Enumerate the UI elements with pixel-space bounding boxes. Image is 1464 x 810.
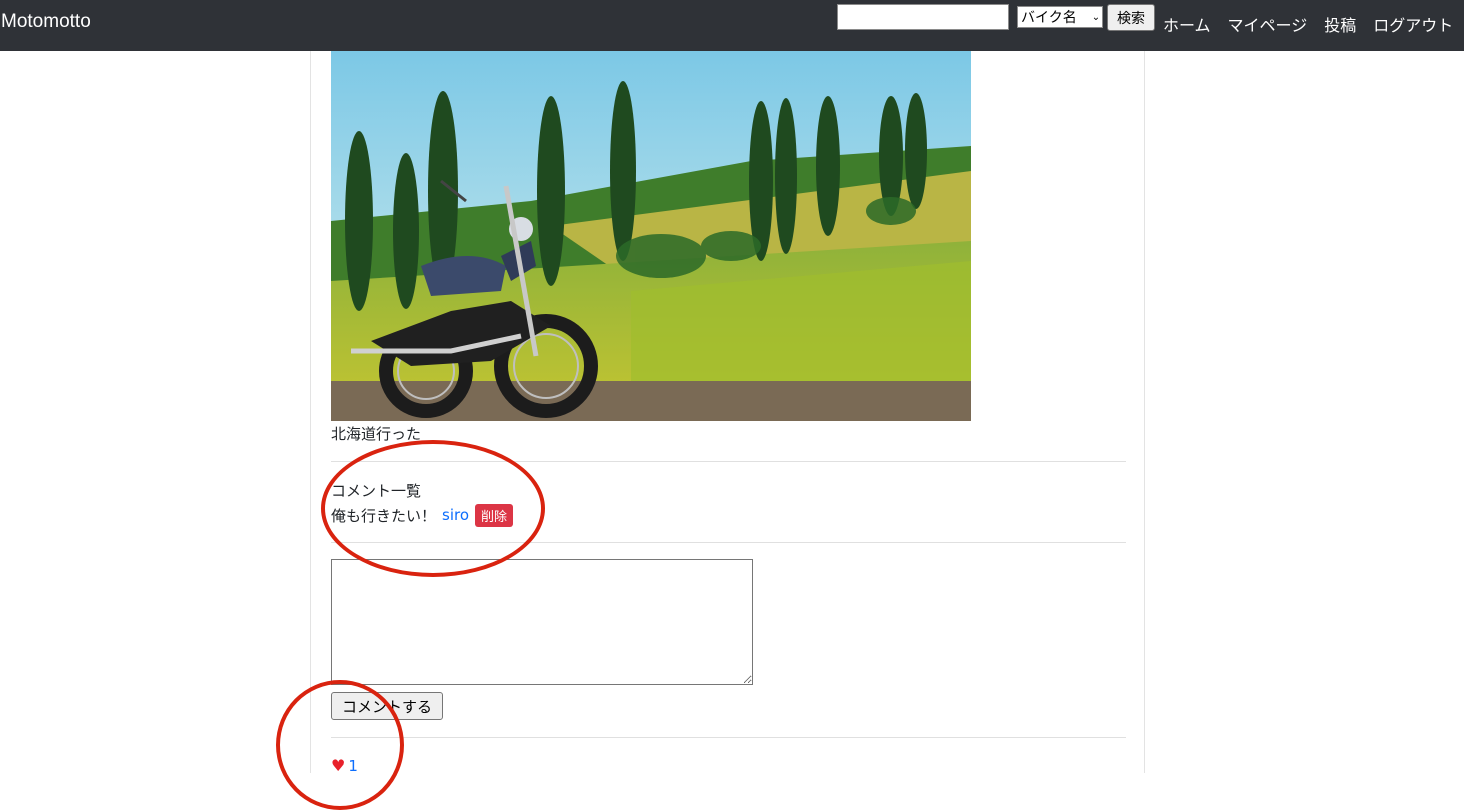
comment-text: 俺も行きたい！ [331,506,437,525]
post-caption: 北海道行った [331,425,422,443]
post-photo [331,51,971,421]
navbar: Motomotto バイク名 ⌄ 検索 ホーム マイページ 投稿 ログアウト [0,0,1464,51]
comments-heading: コメント一覧 [331,482,422,500]
heart-icon: ♥ [331,756,346,775]
comment-item: 俺も行きたい！ siro 削除 [331,503,514,527]
nav-mypage-link[interactable]: マイページ [1228,12,1308,36]
search-button[interactable]: 検索 [1107,4,1155,31]
nav-home-link[interactable]: ホーム [1163,12,1211,36]
like-count: 1 [348,757,358,775]
nav-links: ホーム マイページ 投稿 ログアウト [1163,12,1453,36]
search-input[interactable] [837,4,1009,30]
delete-comment-button[interactable]: 削除 [475,503,514,527]
nav-post-link[interactable]: 投稿 [1324,12,1356,36]
divider [331,737,1126,738]
comment-textarea[interactable] [331,559,753,685]
divider [331,461,1126,462]
chevron-down-icon: ⌄ [1091,11,1101,23]
comment-user-link[interactable]: siro [442,506,469,524]
nav-logout-link[interactable]: ログアウト [1373,12,1453,36]
brand-logo[interactable]: Motomotto [1,11,91,33]
like-button[interactable]: ♥ 1 [331,757,358,775]
search-category-value: バイク名 [1021,10,1077,26]
search-category-select[interactable]: バイク名 ⌄ [1017,6,1103,28]
divider [331,542,1126,543]
submit-comment-button[interactable]: コメントする [331,692,443,720]
